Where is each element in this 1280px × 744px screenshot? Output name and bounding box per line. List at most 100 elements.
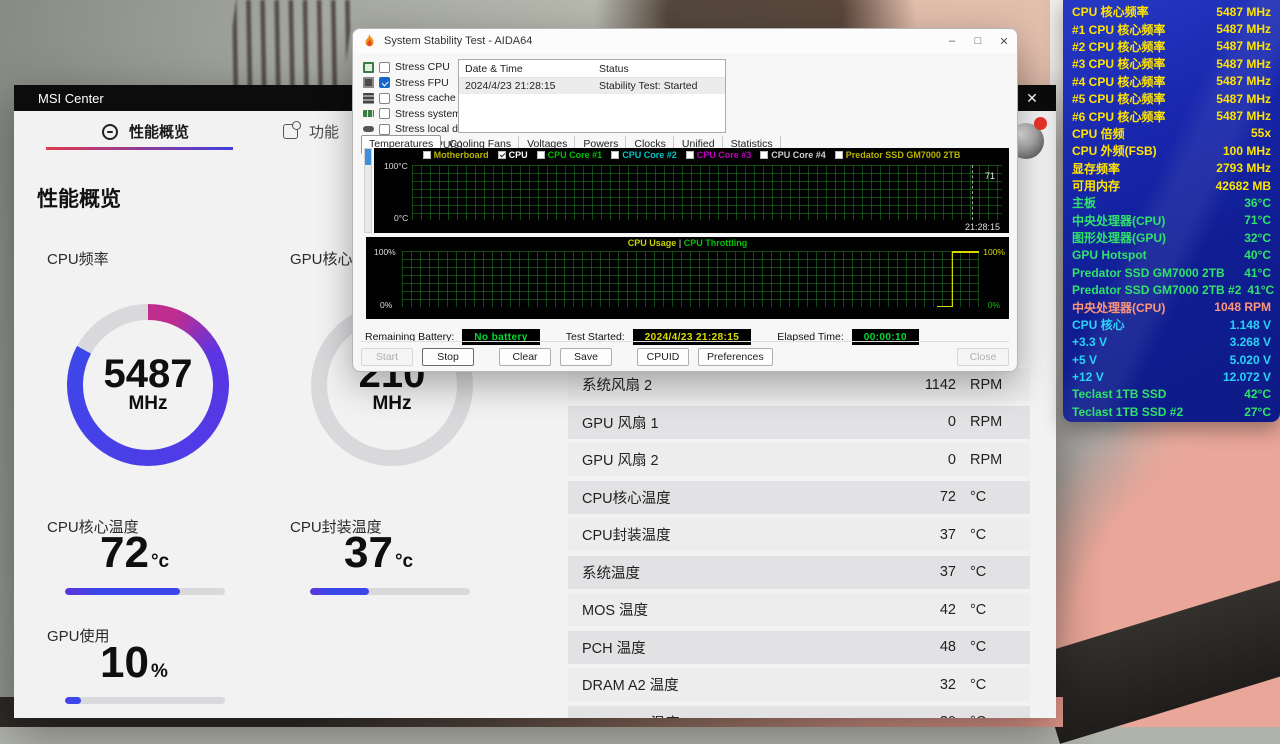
sensor-panel-label: #3 CPU 核心频率 (1072, 55, 1165, 72)
cpu-frequency-gauge: 5487 MHz (67, 304, 229, 466)
sensor-panel-label: +5 V (1072, 353, 1097, 367)
start-button[interactable]: Start (361, 348, 413, 366)
sensor-unit: RPM (970, 377, 1012, 393)
stress-checkbox[interactable] (379, 124, 390, 135)
cpu-frequency-label: CPU频率 (47, 248, 109, 269)
cpu-package-temp-value: 37°c (344, 531, 413, 575)
sensor-label: DRAM A2 温度 (582, 674, 679, 695)
scrollbar-thumb[interactable] (365, 149, 371, 165)
speedometer-icon (102, 124, 118, 140)
sensor-panel-row: CPU 外频(FSB) 100 MHz (1063, 142, 1280, 159)
usage-graph-title: CPU Usage | CPU Throttling (366, 238, 1009, 248)
graph-scrollbar[interactable] (364, 148, 372, 233)
button-row: Start Stop Clear Save CPUID Preferences … (361, 341, 1009, 366)
cpuid-button[interactable]: CPUID (637, 348, 689, 366)
log-datetime: 2024/4/23 21:28:15 (459, 80, 599, 92)
legend-checkbox[interactable] (760, 151, 768, 159)
legend-label: Predator SSD GM7000 2TB (846, 150, 961, 160)
stress-label: Stress CPU (395, 61, 450, 73)
sensor-value: 0 (896, 452, 956, 468)
sensor-panel-row: +5 V 5.020 V (1063, 351, 1280, 368)
sensor-panel-value: 12.072 V (1217, 370, 1271, 384)
sensor-list: 系统风扇 2 1142 RPM GPU 风扇 1 0 RPM GPU 风扇 2 … (568, 368, 1030, 718)
legend-label: CPU Core #2 (622, 150, 677, 160)
legend-checkbox[interactable] (686, 151, 694, 159)
legend-label: CPU (509, 150, 528, 160)
sensor-label: 系统风扇 2 (582, 374, 652, 395)
sensor-panel-label: #1 CPU 核心频率 (1072, 21, 1165, 38)
cpu-core-temp-value: 72°c (100, 531, 169, 575)
minimize-icon[interactable]: – (939, 29, 965, 53)
stress-checkbox[interactable] (379, 108, 390, 119)
sensor-panel-value: 42682 MB (1210, 179, 1271, 193)
legend-checkbox[interactable] (423, 151, 431, 159)
sensor-panel-label: 主板 (1072, 194, 1096, 211)
sensor-panel-label: 显存频率 (1072, 160, 1120, 177)
graph-cursor-line (972, 165, 973, 220)
cpu-core-temp-bar (65, 588, 225, 595)
maximize-icon[interactable]: □ (965, 29, 991, 53)
sensor-panel-value: 2793 MHz (1210, 161, 1271, 175)
close-button[interactable]: Close (957, 348, 1009, 366)
y-axis-right-min: 0% (988, 300, 1000, 310)
sensor-panel-label: #6 CPU 核心频率 (1072, 108, 1165, 125)
sensor-panel-row: +3.3 V 3.268 V (1063, 333, 1280, 350)
sensor-panel-value: 5487 MHz (1210, 74, 1271, 88)
graph-grid (402, 251, 979, 307)
active-tab-underline (46, 147, 233, 150)
stop-button[interactable]: Stop (422, 348, 474, 366)
sensor-panel-label: CPU 外频(FSB) (1072, 142, 1157, 159)
gpu-usage-bar (65, 697, 225, 704)
clear-button[interactable]: Clear (499, 348, 551, 366)
y-axis-min: 0% (380, 300, 392, 310)
tab-label: 功能 (309, 121, 339, 142)
sensor-panel-row: #2 CPU 核心频率 5487 MHz (1063, 38, 1280, 55)
legend-checkbox[interactable] (611, 151, 619, 159)
table-row[interactable]: 2024/4/23 21:28:15 Stability Test: Start… (459, 78, 725, 94)
sensor-panel-row: 中央处理器(CPU) 71°C (1063, 212, 1280, 229)
sensor-label: MOS 温度 (582, 599, 648, 620)
sensor-panel-value: 5487 MHz (1210, 92, 1271, 106)
gpu-frequency-unit: MHz (372, 393, 411, 415)
wallpaper-hair-detail (224, 0, 354, 96)
sensor-panel-row: 主板 36°C (1063, 194, 1280, 211)
sensor-panel-row: #1 CPU 核心频率 5487 MHz (1063, 20, 1280, 37)
stress-checkbox[interactable] (379, 77, 390, 88)
stress-checkbox[interactable] (379, 62, 390, 73)
log-header-datetime: Date & Time (459, 63, 599, 75)
legend-checkbox[interactable] (498, 151, 506, 159)
tab-features[interactable]: 功能 (283, 121, 339, 142)
graph-legend: Motherboard CPU CPU Core #1 CPU Core #2 (374, 150, 1009, 160)
log-header-status: Status (599, 63, 725, 75)
aida64-window-title: System Stability Test - AIDA64 (384, 35, 532, 47)
save-button[interactable]: Save (560, 348, 612, 366)
sensor-panel-value: 5487 MHz (1210, 39, 1271, 53)
sensor-panel-label: CPU 核心 (1072, 316, 1125, 333)
preferences-button[interactable]: Preferences (698, 348, 773, 366)
tab-performance-overview[interactable]: 性能概览 (102, 121, 189, 142)
graph-grid (412, 165, 1002, 220)
list-item: 系统温度 37 °C (568, 556, 1030, 589)
stress-type-icon (363, 110, 374, 117)
sensor-panel-label: 中央处理器(CPU) (1072, 299, 1165, 316)
sensor-panel-value: 71°C (1238, 213, 1271, 227)
temperature-graph: Motherboard CPU CPU Core #1 CPU Core #2 (374, 148, 1009, 233)
stress-type-icon (363, 77, 374, 88)
stress-checkbox[interactable] (379, 93, 390, 104)
close-icon[interactable]: ✕ (991, 29, 1017, 53)
sensor-label: CPU核心温度 (582, 487, 671, 508)
aida64-titlebar[interactable]: System Stability Test - AIDA64 – □ ✕ (353, 29, 1017, 53)
legend-checkbox[interactable] (835, 151, 843, 159)
list-item: 系统风扇 2 1142 RPM (568, 368, 1030, 401)
sensor-panel-label: #2 CPU 核心频率 (1072, 38, 1165, 55)
sensor-panel-row: 显存频率 2793 MHz (1063, 160, 1280, 177)
legend-checkbox[interactable] (537, 151, 545, 159)
legend-item: Motherboard (423, 150, 489, 160)
sensor-panel-label: #5 CPU 核心频率 (1072, 90, 1165, 107)
sensor-panel-label: 中央处理器(CPU) (1072, 212, 1165, 229)
stress-label: Stress FPU (395, 77, 449, 89)
sensor-panel-row: CPU 核心 1.148 V (1063, 316, 1280, 333)
sensor-unit: RPM (970, 414, 1012, 430)
sensor-value: 42 (896, 602, 956, 618)
list-item: CPU核心温度 72 °C (568, 481, 1030, 514)
